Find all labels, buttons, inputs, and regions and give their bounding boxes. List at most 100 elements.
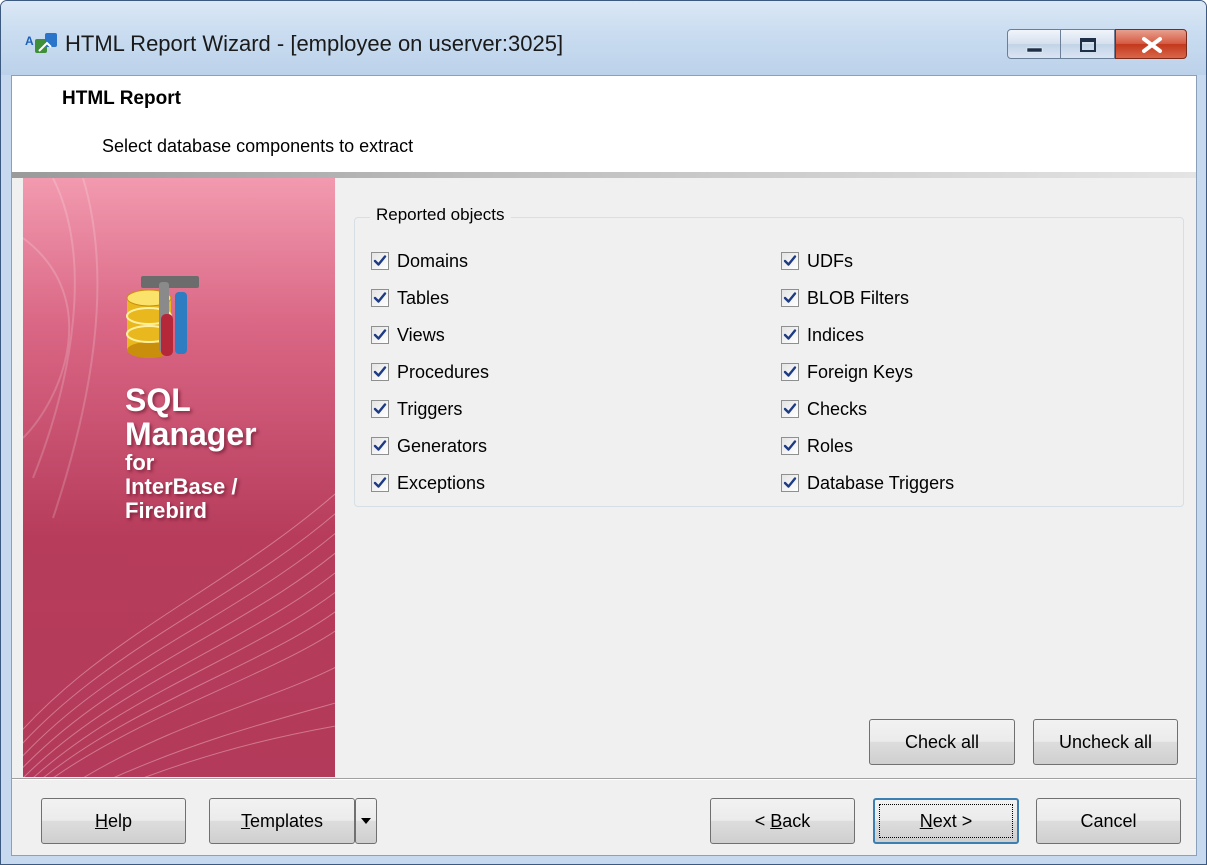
- checkbox-box[interactable]: [371, 400, 389, 418]
- checkbox-box[interactable]: [781, 326, 799, 344]
- checkbox-roles[interactable]: Roles: [781, 434, 853, 458]
- checkbox-blob-filters[interactable]: BLOB Filters: [781, 286, 909, 310]
- checkmark-icon: [783, 403, 797, 414]
- checkbox-label: Foreign Keys: [807, 361, 914, 382]
- uncheck-all-button[interactable]: Uncheck all: [1033, 719, 1178, 765]
- banner-line-for: for: [125, 450, 155, 475]
- checkmark-icon: [783, 255, 797, 266]
- banner-line-sql: SQL: [125, 382, 191, 418]
- checkbox-generators[interactable]: Generators: [371, 434, 487, 458]
- checkmark-icon: [373, 292, 387, 303]
- checkmark-icon: [373, 477, 387, 488]
- checkbox-label: Indices: [807, 324, 865, 345]
- banner-line-manager: Manager: [125, 416, 257, 452]
- back-mnemonic: B: [770, 810, 783, 831]
- help-mnemonic: H: [94, 810, 108, 831]
- close-icon: [1142, 37, 1162, 53]
- back-prefix: <: [754, 810, 771, 831]
- checkmark-icon: [373, 440, 387, 451]
- maximize-button[interactable]: [1061, 29, 1115, 59]
- templates-mnemonic: T: [240, 810, 250, 831]
- banner-line-interbase: InterBase /: [125, 474, 238, 499]
- checkbox-box[interactable]: [781, 289, 799, 307]
- checkbox-box[interactable]: [781, 252, 799, 270]
- checkbox-views[interactable]: Views: [371, 323, 445, 347]
- checkbox-label: Generators: [397, 435, 488, 456]
- back-button[interactable]: < Back: [710, 798, 855, 844]
- checkbox-box[interactable]: [371, 363, 389, 381]
- checkbox-box[interactable]: [781, 400, 799, 418]
- checkbox-label: Exceptions: [397, 472, 486, 493]
- checkbox-label: Roles: [807, 435, 854, 456]
- focus-rectangle: [879, 804, 1013, 838]
- page-subtitle: Select database components to extract: [102, 136, 414, 156]
- templates-label: Templates: [241, 811, 323, 832]
- checkbox-box[interactable]: [371, 252, 389, 270]
- checkbox-udfs[interactable]: UDFs: [781, 249, 853, 273]
- checkbox-domains[interactable]: Domains: [371, 249, 468, 273]
- checkbox-indices[interactable]: Indices: [781, 323, 864, 347]
- cancel-label: Cancel: [1080, 810, 1137, 831]
- templates-label-rest: emplates: [249, 810, 324, 831]
- checkbox-exceptions[interactable]: Exceptions: [371, 471, 485, 495]
- help-label-rest: elp: [107, 810, 133, 831]
- checkbox-checks[interactable]: Checks: [781, 397, 867, 421]
- next-button[interactable]: Next >: [873, 798, 1019, 844]
- checkmark-icon: [373, 403, 387, 414]
- reported-objects-label: Reported objects: [370, 205, 511, 225]
- restore-icon: [1080, 38, 1096, 52]
- checkbox-tables[interactable]: Tables: [371, 286, 449, 310]
- checkbox-box[interactable]: [371, 437, 389, 455]
- checkbox-procedures[interactable]: Procedures: [371, 360, 489, 384]
- chevron-down-icon: [361, 818, 371, 824]
- wizard-window: A HTML Report Wizard - [employee on user…: [0, 0, 1207, 865]
- footer-divider: [12, 778, 1196, 780]
- help-button[interactable]: Help: [41, 798, 186, 844]
- checkbox-box[interactable]: [781, 437, 799, 455]
- templates-button[interactable]: Templates: [209, 798, 355, 844]
- window-title: HTML Report Wizard - [employee on userve…: [65, 31, 564, 56]
- checkbox-label: Views: [397, 324, 445, 345]
- page-title: HTML Report: [62, 88, 181, 109]
- checkbox-box[interactable]: [781, 363, 799, 381]
- checkbox-label: Procedures: [397, 361, 490, 382]
- cancel-button[interactable]: Cancel: [1036, 798, 1181, 844]
- checkbox-box[interactable]: [371, 474, 389, 492]
- wizard-header: HTML Report Select database components t…: [12, 76, 1196, 172]
- title-bar[interactable]: A HTML Report Wizard - [employee on user…: [1, 1, 1206, 75]
- svg-text:A: A: [25, 34, 34, 48]
- checkbox-label: UDFs: [807, 250, 853, 271]
- checkbox-label: Checks: [807, 398, 868, 419]
- checkbox-box[interactable]: [781, 474, 799, 492]
- checkmark-icon: [373, 366, 387, 377]
- db-tools-logo-icon: [126, 276, 199, 358]
- app-icon: A: [25, 33, 57, 53]
- check-all-label: Check all: [904, 731, 980, 752]
- checkbox-triggers[interactable]: Triggers: [371, 397, 462, 421]
- minimize-icon: [1026, 47, 1043, 53]
- checkbox-label: Tables: [397, 287, 450, 308]
- back-label-rest: ack: [782, 810, 811, 831]
- checkmark-icon: [783, 292, 797, 303]
- checkmark-icon: [783, 366, 797, 377]
- checkmark-icon: [373, 255, 387, 266]
- close-button[interactable]: [1115, 29, 1187, 59]
- banner-line-firebird: Firebird: [125, 498, 207, 523]
- uncheck-all-label: Uncheck all: [1058, 731, 1153, 752]
- back-label: < Back: [755, 811, 811, 832]
- checkbox-foreign-keys[interactable]: Foreign Keys: [781, 360, 913, 384]
- minimize-button[interactable]: [1007, 29, 1061, 59]
- templates-dropdown-button[interactable]: [355, 798, 377, 844]
- checkbox-box[interactable]: [371, 289, 389, 307]
- checkmark-icon: [373, 329, 387, 340]
- checkbox-database-triggers[interactable]: Database Triggers: [781, 471, 954, 495]
- checkbox-label: Domains: [397, 250, 469, 271]
- product-banner: SQL Manager for InterBase / Firebird: [23, 178, 335, 777]
- help-label: Help: [95, 811, 132, 832]
- banner-product-name: SQL Manager for InterBase / Firebird: [125, 383, 257, 523]
- checkbox-label: Triggers: [397, 398, 463, 419]
- checkmark-icon: [783, 477, 797, 488]
- checkbox-label: Database Triggers: [807, 472, 955, 493]
- check-all-button[interactable]: Check all: [869, 719, 1015, 765]
- checkbox-box[interactable]: [371, 326, 389, 344]
